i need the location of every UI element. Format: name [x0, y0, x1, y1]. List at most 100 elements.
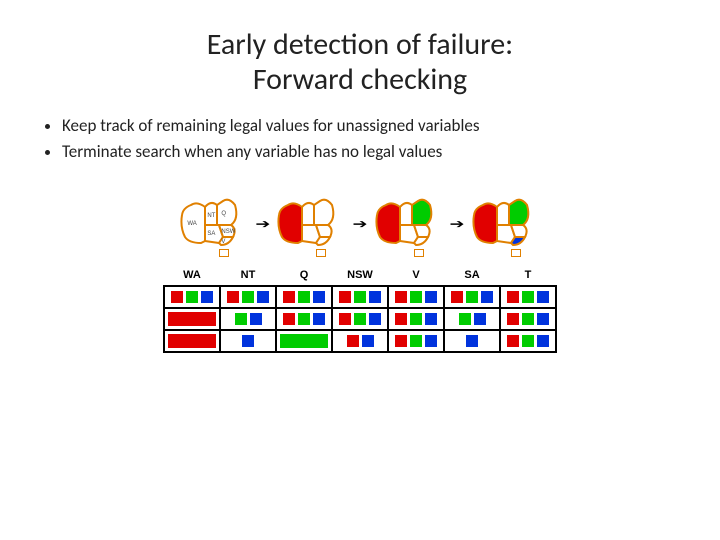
tasmania-icon: [219, 249, 229, 257]
header-Q: Q: [276, 267, 332, 286]
color-chip-b: [425, 291, 437, 303]
color-chip-b: [313, 291, 325, 303]
color-chip-g: [459, 313, 471, 325]
color-chip-b: [250, 313, 262, 325]
color-chip-r: [507, 291, 519, 303]
australia-map: [374, 193, 444, 255]
color-chip-b: [313, 313, 325, 325]
color-chip-b: [537, 313, 549, 325]
cell-SA-row2: [444, 330, 500, 352]
color-chip-g: [522, 335, 534, 347]
slide-title: Early detection of failure: Forward chec…: [40, 28, 680, 97]
color-chip-r_fill: [168, 334, 216, 348]
color-chip-g: [242, 291, 254, 303]
cell-T-row2: [500, 330, 556, 352]
header-NT: NT: [220, 267, 276, 286]
tasmania-icon: [511, 249, 521, 257]
color-chip-b: [369, 291, 381, 303]
cell-T-row0: [500, 286, 556, 308]
cell-NSW-row1: [332, 308, 388, 330]
cell-T-row1: [500, 308, 556, 330]
color-chip-r: [507, 313, 519, 325]
color-chip-r: [347, 335, 359, 347]
color-chip-r: [227, 291, 239, 303]
bullet-item: Terminate search when any variable has n…: [62, 141, 680, 163]
color-chip-b: [474, 313, 486, 325]
color-chip-b: [537, 335, 549, 347]
color-chip-b: [425, 335, 437, 347]
map-label-V: V: [221, 239, 225, 245]
cell-Q-row0: [276, 286, 332, 308]
header-V: V: [388, 267, 444, 286]
arrow-right-icon: ➔: [352, 216, 367, 231]
map-label-SA: SA: [207, 231, 215, 237]
color-chip-g: [410, 291, 422, 303]
color-chip-g: [466, 291, 478, 303]
color-chip-g: [298, 313, 310, 325]
color-chip-r: [451, 291, 463, 303]
color-chip-b: [257, 291, 269, 303]
color-chip-b: [425, 313, 437, 325]
domain-table: WANTQNSWVSAT: [163, 267, 557, 353]
color-chip-b: [242, 335, 254, 347]
cell-WA-row0: [164, 286, 220, 308]
cell-NT-row0: [220, 286, 276, 308]
map-label-WA: WA: [187, 221, 196, 227]
arrow-right-icon: ➔: [255, 216, 270, 231]
color-chip-r: [395, 313, 407, 325]
cell-NSW-row0: [332, 286, 388, 308]
cell-NSW-row2: [332, 330, 388, 352]
color-chip-g_fill: [280, 334, 328, 348]
color-chip-r: [507, 335, 519, 347]
cell-Q-row2: [276, 330, 332, 352]
cell-Q-row1: [276, 308, 332, 330]
header-NSW: NSW: [332, 267, 388, 286]
header-WA: WA: [164, 267, 220, 286]
maps-row: WA NT Q SA NSW V ➔ ➔ ➔: [40, 193, 680, 255]
color-chip-r: [339, 291, 351, 303]
table-row: [164, 308, 556, 330]
tasmania-icon: [414, 249, 424, 257]
table-row: [164, 330, 556, 352]
bullet-item: Keep track of remaining legal values for…: [62, 115, 680, 137]
color-chip-g: [186, 291, 198, 303]
color-chip-g: [410, 335, 422, 347]
color-chip-g: [235, 313, 247, 325]
color-chip-r: [339, 313, 351, 325]
title-line-2: Forward checking: [253, 61, 467, 98]
color-chip-g: [354, 291, 366, 303]
color-chip-r_fill: [168, 312, 216, 326]
australia-map: [276, 193, 346, 255]
color-chip-r: [171, 291, 183, 303]
cell-V-row1: [388, 308, 444, 330]
color-chip-g: [354, 313, 366, 325]
cell-V-row2: [388, 330, 444, 352]
map-label-NT: NT: [207, 213, 215, 219]
australia-map: [471, 193, 541, 255]
map-label-Q: Q: [221, 211, 226, 217]
color-chip-g: [298, 291, 310, 303]
color-chip-b: [362, 335, 374, 347]
color-chip-b: [369, 313, 381, 325]
header-SA: SA: [444, 267, 500, 286]
bullet-list: Keep track of remaining legal values for…: [40, 115, 680, 163]
cell-WA-row1: [164, 308, 220, 330]
color-chip-r: [283, 291, 295, 303]
color-chip-g: [410, 313, 422, 325]
color-chip-b: [537, 291, 549, 303]
map-label-NSW: NSW: [221, 229, 235, 235]
arrow-right-icon: ➔: [450, 216, 465, 231]
color-chip-r: [283, 313, 295, 325]
color-chip-g: [522, 291, 534, 303]
color-chip-r: [395, 291, 407, 303]
header-T: T: [500, 267, 556, 286]
cell-V-row0: [388, 286, 444, 308]
color-chip-g: [522, 313, 534, 325]
tasmania-icon: [316, 249, 326, 257]
color-chip-r: [395, 335, 407, 347]
cell-WA-row2: [164, 330, 220, 352]
color-chip-b: [466, 335, 478, 347]
cell-SA-row0: [444, 286, 500, 308]
cell-NT-row1: [220, 308, 276, 330]
color-chip-b: [481, 291, 493, 303]
